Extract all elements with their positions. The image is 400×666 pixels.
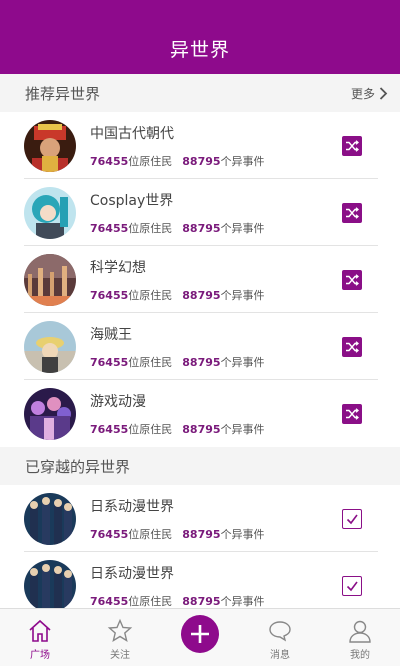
traveled-section-title: 已穿越的异世界 (25, 457, 131, 476)
tab-plaza[interactable]: 广场 (0, 609, 80, 666)
world-avatar (24, 387, 76, 440)
check-button[interactable] (342, 508, 362, 529)
events-count: 88795 (182, 221, 221, 235)
events-suffix: 个异事件 (220, 422, 265, 436)
shuffle-icon (346, 206, 359, 219)
plus-icon (191, 625, 209, 643)
world-avatar (24, 253, 76, 306)
shuffle-icon (346, 273, 359, 286)
world-avatar (24, 320, 76, 373)
more-label: 更多 (350, 86, 375, 101)
residents-count: 76455 (90, 154, 129, 168)
world-list-item[interactable]: 海贼王 76455位原住民 88795个异事件 (0, 313, 400, 380)
tab-create[interactable] (160, 609, 240, 666)
shuffle-button[interactable] (342, 336, 362, 357)
chat-bubble-icon (269, 621, 291, 642)
shuffle-icon (346, 340, 359, 353)
tab-label: 关注 (110, 650, 130, 661)
shuffle-button[interactable] (342, 202, 362, 223)
home-icon (29, 619, 51, 642)
star-icon (107, 618, 133, 642)
page-title: 异世界 (169, 38, 230, 61)
more-button[interactable]: 更多 (351, 85, 388, 102)
events-count: 88795 (182, 594, 221, 608)
residents-count: 76455 (90, 594, 129, 608)
events-count: 88795 (182, 422, 221, 436)
tab-label: 消息 (270, 650, 290, 661)
check-button[interactable] (342, 575, 362, 596)
residents-suffix: 位原住民 (128, 527, 173, 541)
shuffle-icon (346, 407, 359, 420)
tab-follow[interactable]: 关注 (80, 609, 160, 666)
residents-suffix: 位原住民 (128, 422, 173, 436)
person-icon (349, 620, 371, 643)
events-count: 88795 (182, 154, 221, 168)
events-suffix: 个异事件 (220, 594, 265, 608)
tab-messages[interactable]: 消息 (240, 609, 320, 666)
world-list-item[interactable]: Cosplay世界 76455位原住民 88795个异事件 (0, 179, 400, 246)
tab-label: 我的 (350, 650, 370, 661)
residents-suffix: 位原住民 (128, 154, 173, 168)
residents-count: 76455 (90, 422, 129, 436)
recommended-section-title: 推荐异世界 (25, 84, 101, 103)
residents-count: 76455 (90, 527, 129, 541)
shuffle-button[interactable] (342, 135, 362, 156)
events-count: 88795 (182, 527, 221, 541)
checkmark-icon (346, 514, 358, 524)
traveled-list: 日系动漫世界 76455位原住民 88795个异事件 日系动漫世界 76455位原… (0, 485, 400, 619)
residents-count: 76455 (90, 355, 129, 369)
residents-suffix: 位原住民 (128, 594, 173, 608)
shuffle-button[interactable] (342, 403, 362, 424)
shuffle-icon (346, 139, 359, 152)
events-suffix: 个异事件 (220, 154, 265, 168)
world-list-item[interactable]: 日系动漫世界 76455位原住民 88795个异事件 (0, 485, 400, 552)
events-suffix: 个异事件 (220, 221, 265, 235)
events-count: 88795 (182, 355, 221, 369)
world-list-item[interactable]: 中国古代朝代 76455位原住民 88795个异事件 (0, 112, 400, 179)
events-suffix: 个异事件 (220, 288, 265, 302)
tab-label: 广场 (30, 650, 50, 661)
residents-suffix: 位原住民 (128, 221, 173, 235)
chevron-right-icon (379, 86, 388, 100)
residents-count: 76455 (90, 221, 129, 235)
app-header: 异世界 (0, 0, 400, 74)
recommended-section-header: 推荐异世界 更多 (0, 74, 400, 112)
residents-suffix: 位原住民 (128, 288, 173, 302)
create-button[interactable] (181, 615, 219, 653)
events-suffix: 个异事件 (220, 355, 265, 369)
recommended-list: 中国古代朝代 76455位原住民 88795个异事件 Cosplay世界 7645… (0, 112, 400, 447)
world-avatar (24, 119, 76, 172)
traveled-section-header: 已穿越的异世界 (0, 447, 400, 485)
world-list-item[interactable]: 科学幻想 76455位原住民 88795个异事件 (0, 246, 400, 313)
world-avatar (24, 186, 76, 239)
shuffle-button[interactable] (342, 269, 362, 290)
residents-count: 76455 (90, 288, 129, 302)
world-avatar (24, 492, 76, 545)
bottom-tab-bar: 广场 关注 消息 我的 (0, 608, 400, 666)
events-suffix: 个异事件 (220, 527, 265, 541)
events-count: 88795 (182, 288, 221, 302)
residents-suffix: 位原住民 (128, 355, 173, 369)
world-avatar (24, 559, 76, 612)
world-list-item[interactable]: 游戏动漫 76455位原住民 88795个异事件 (0, 380, 400, 447)
tab-mine[interactable]: 我的 (320, 609, 400, 666)
checkmark-icon (346, 581, 358, 591)
